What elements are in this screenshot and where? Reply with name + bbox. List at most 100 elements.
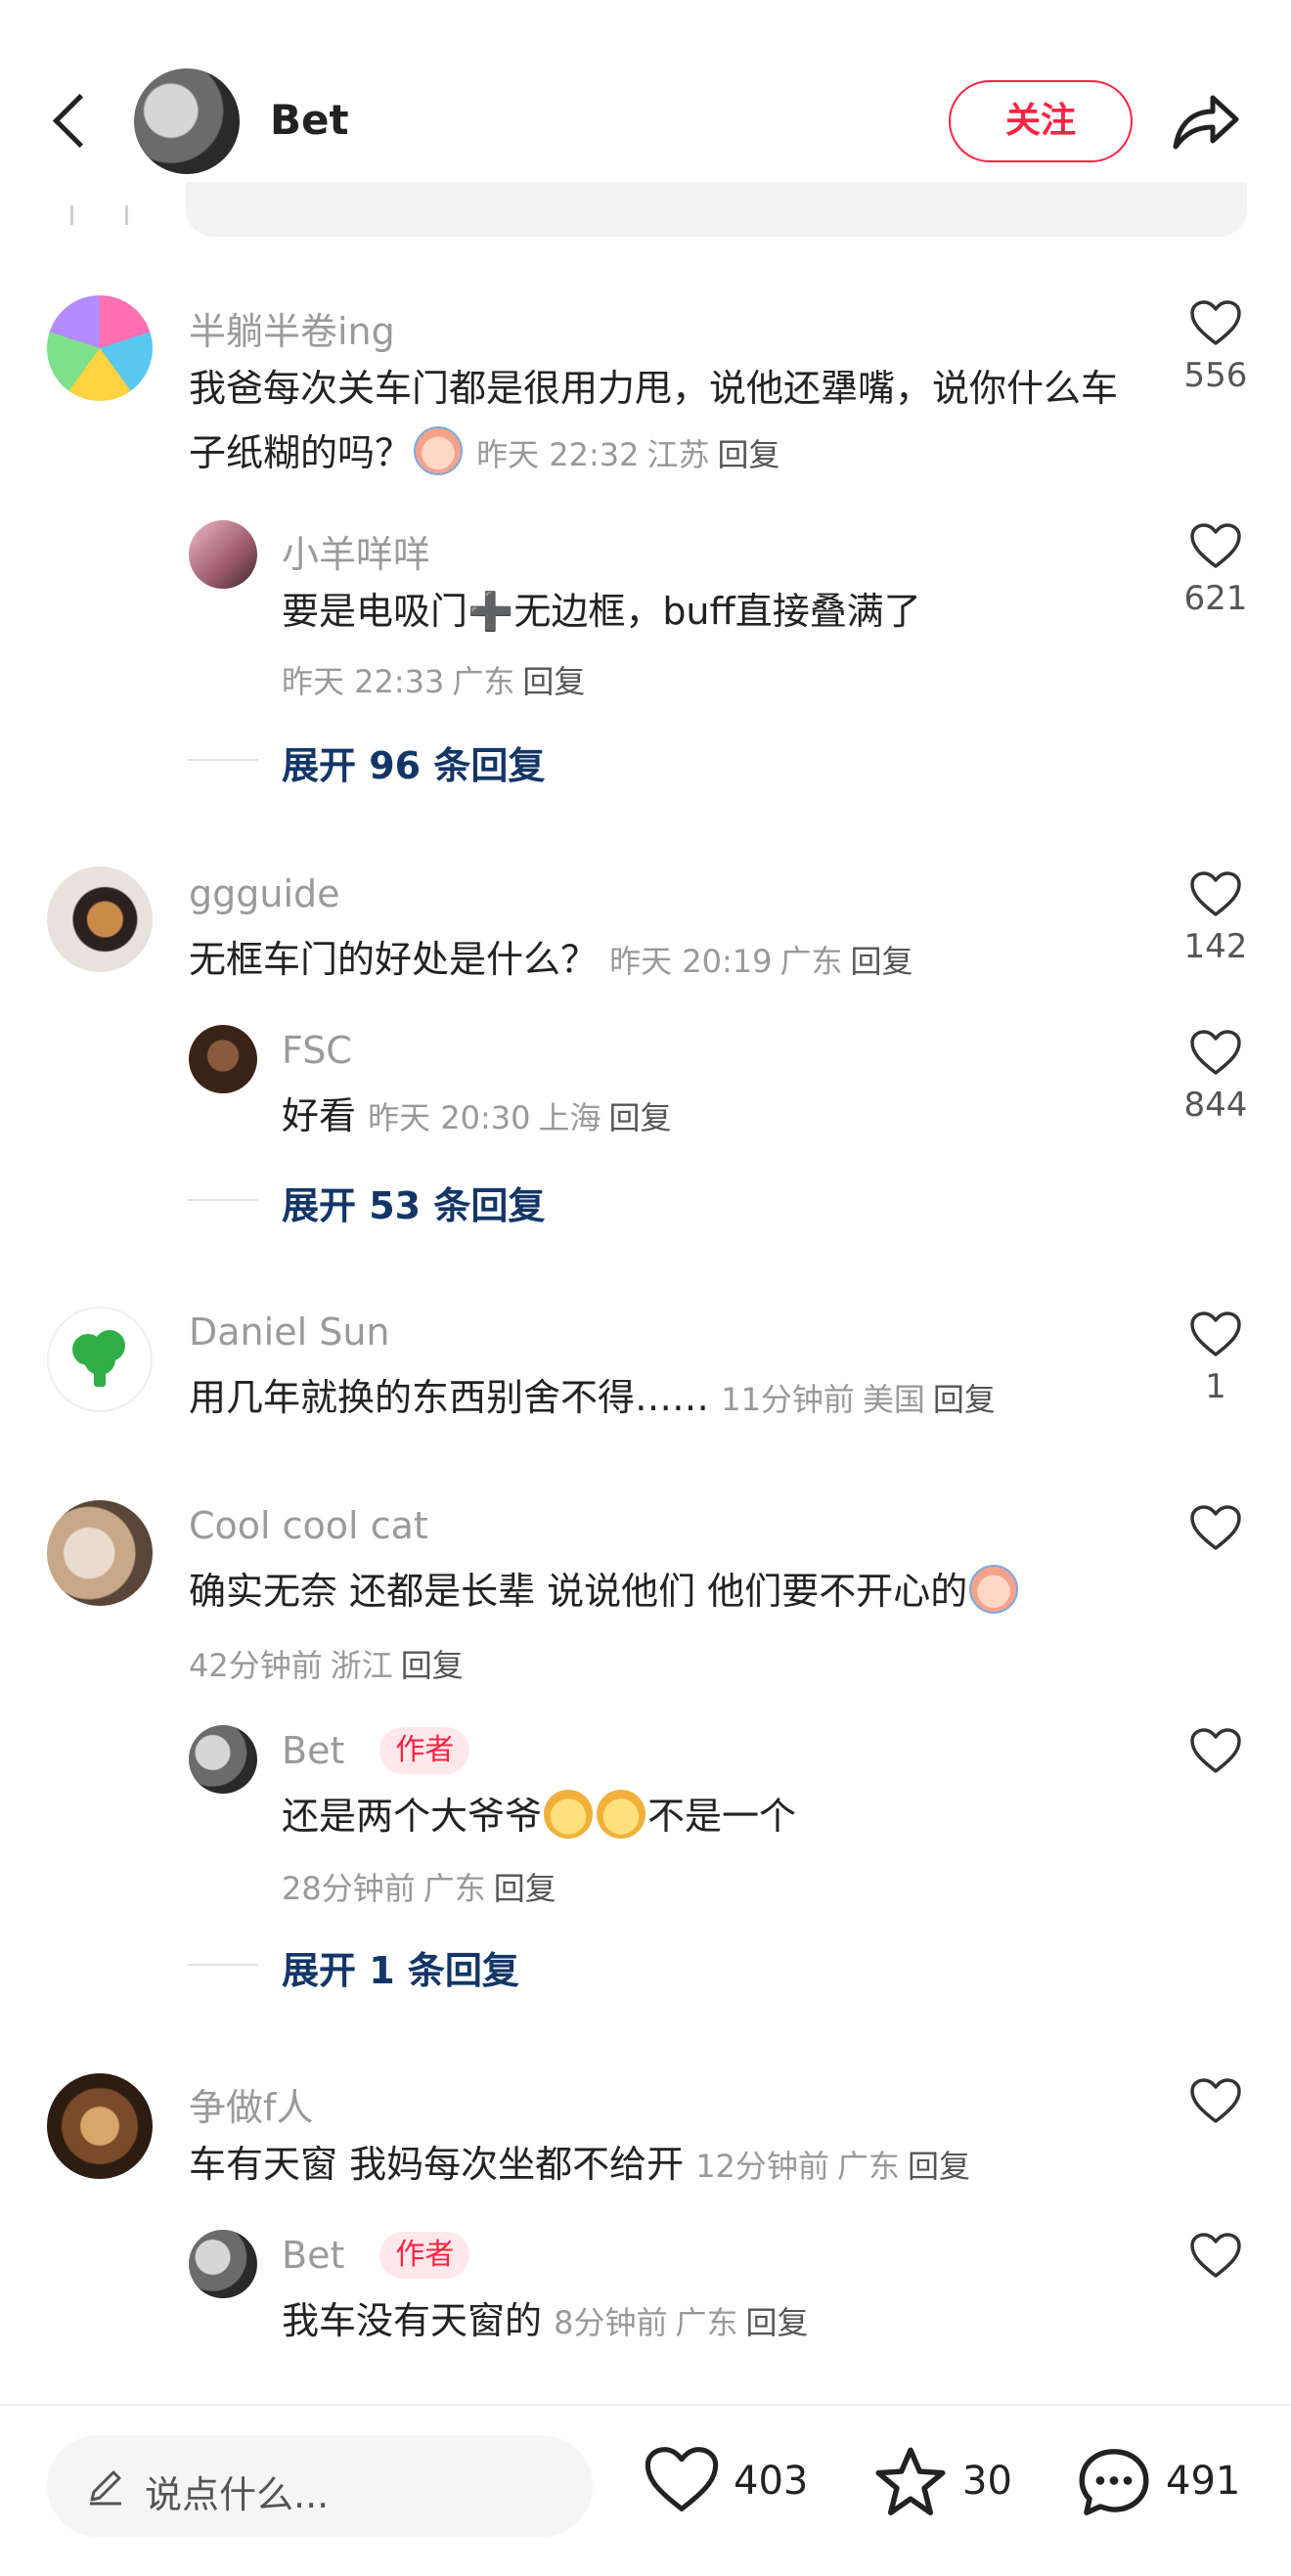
reply-text[interactable]: 我车没有天窗的 8分钟前 广东 回复 bbox=[282, 2288, 1142, 2355]
comment-avatar[interactable] bbox=[47, 2073, 153, 2179]
comment-body: 确实无奈 还都是长辈 说说他们 他们要不开心的 bbox=[189, 1570, 968, 1613]
comment-text[interactable]: 用几年就换的东西别舍不得…… 11分钟前 美国 回复 bbox=[189, 1365, 1142, 1432]
expand-replies-link[interactable]: 展开 1 条回复 bbox=[282, 1940, 519, 1994]
reply-button[interactable]: 回复 bbox=[522, 663, 585, 700]
reply-button[interactable]: 回复 bbox=[933, 1381, 996, 1418]
heart-icon bbox=[645, 2447, 719, 2511]
reply-avatar[interactable] bbox=[189, 2230, 257, 2298]
reply-username[interactable]: 小羊咩咩 bbox=[282, 524, 430, 578]
like-count: 1 bbox=[1205, 1367, 1226, 1406]
share-icon[interactable] bbox=[1170, 88, 1240, 153]
comment-button[interactable]: 491 bbox=[1076, 2445, 1252, 2523]
collect-button[interactable]: 30 bbox=[872, 2445, 1019, 2523]
reply-button[interactable]: 回复 bbox=[908, 2148, 970, 2185]
author-badge: 作者 bbox=[379, 2232, 470, 2279]
comment-avatar[interactable] bbox=[47, 1307, 153, 1412]
comment-username[interactable]: Daniel Sun bbox=[189, 1310, 390, 1354]
comment-time: 12分钟前 bbox=[695, 2148, 829, 2185]
comment-username[interactable]: Cool cool cat bbox=[189, 1504, 428, 1547]
comment-text[interactable]: 车有天窗 我妈每次坐都不给开 12分钟前 广东 回复 bbox=[189, 2132, 1142, 2198]
author-avatar[interactable] bbox=[134, 68, 240, 174]
heart-icon bbox=[1190, 1505, 1241, 1550]
like-count: 403 bbox=[734, 2459, 809, 2504]
comment-username[interactable]: 争做f人 bbox=[189, 2077, 313, 2131]
broccoli-icon bbox=[72, 1330, 125, 1387]
crying-emoji-icon bbox=[969, 1565, 1019, 1614]
divider bbox=[188, 1199, 258, 1201]
comment-username[interactable]: 半躺半卷ing bbox=[189, 301, 395, 355]
expand-replies-link[interactable]: 展开 96 条回复 bbox=[282, 735, 545, 789]
like-button[interactable] bbox=[1172, 1727, 1260, 1774]
comment-avatar[interactable] bbox=[47, 1500, 153, 1606]
reply-username-row: Bet 作者 bbox=[282, 2232, 470, 2279]
like-button[interactable]: 142 bbox=[1172, 870, 1260, 966]
like-button[interactable] bbox=[1172, 2232, 1260, 2279]
pencil-icon bbox=[90, 2470, 121, 2506]
reply-username[interactable]: FSC bbox=[282, 1029, 352, 1072]
comment-location: 广东 bbox=[779, 943, 843, 980]
bird-emoji-icon bbox=[597, 1790, 646, 1839]
reply-meta: 8分钟前 广东 回复 bbox=[554, 2304, 808, 2341]
comment-time: 昨天 20:19 bbox=[609, 943, 773, 980]
comment-meta: 11分钟前 美国 回复 bbox=[721, 1381, 996, 1418]
author-name[interactable]: Bet bbox=[270, 96, 349, 144]
reply-username[interactable]: Bet bbox=[282, 2234, 344, 2277]
reply-location: 广东 bbox=[452, 663, 515, 700]
comment-location: 广东 bbox=[836, 2148, 900, 2185]
heart-icon bbox=[1190, 300, 1241, 345]
comment-text[interactable]: 无框车门的好处是什么？ 昨天 20:19 广东 回复 bbox=[189, 927, 1142, 994]
like-button[interactable]: 1 bbox=[1172, 1310, 1260, 1406]
like-button[interactable] bbox=[1172, 2077, 1260, 2124]
back-arrow-icon[interactable] bbox=[39, 86, 98, 156]
reply-location: 广东 bbox=[675, 2304, 738, 2341]
reply-button[interactable]: 回复 bbox=[718, 436, 780, 473]
reply-time: 昨天 20:30 bbox=[368, 1099, 531, 1136]
comment-text[interactable]: 确实无奈 还都是长辈 说说他们 他们要不开心的 bbox=[189, 1559, 1142, 1623]
like-button[interactable]: 844 bbox=[1172, 1029, 1260, 1125]
comment-avatar[interactable] bbox=[47, 866, 153, 972]
reply-button[interactable]: 回复 bbox=[746, 2304, 809, 2341]
reply-text[interactable]: 还是两个大爷爷 不是一个 bbox=[282, 1784, 1142, 1848]
reply-body-start: 还是两个大爷爷 bbox=[282, 1795, 543, 1838]
comment-input-placeholder: 说点什么... bbox=[145, 2473, 330, 2516]
crying-emoji-icon bbox=[414, 426, 464, 475]
reply-avatar[interactable] bbox=[189, 1025, 257, 1093]
comment-input[interactable]: 说点什么... bbox=[47, 2435, 593, 2537]
comment-time: 11分钟前 bbox=[721, 1381, 855, 1418]
previous-comment-edge bbox=[186, 182, 1247, 237]
reply-location: 广东 bbox=[423, 1870, 486, 1907]
like-post-button[interactable]: 403 bbox=[644, 2445, 810, 2523]
comment-avatar[interactable] bbox=[47, 295, 153, 401]
reply-button[interactable]: 回复 bbox=[609, 1099, 672, 1136]
bottom-action-bar: 说点什么... 403 30 491 bbox=[0, 2404, 1291, 2576]
reply-time: 8分钟前 bbox=[554, 2304, 668, 2341]
heart-icon bbox=[1190, 523, 1241, 568]
like-button[interactable]: 556 bbox=[1172, 299, 1260, 395]
divider bbox=[125, 205, 128, 225]
comment-username[interactable]: ggguide bbox=[189, 872, 340, 915]
like-button[interactable]: 621 bbox=[1172, 522, 1260, 618]
reply-text[interactable]: 要是电吸门➕无边框，buff直接叠满了 bbox=[282, 579, 1142, 644]
reply-body: 好看 bbox=[282, 1094, 357, 1137]
like-count: 142 bbox=[1183, 927, 1248, 966]
reply-text[interactable]: 好看 昨天 20:30 上海 回复 bbox=[282, 1084, 1142, 1150]
reply-button[interactable]: 回复 bbox=[494, 1870, 556, 1907]
like-button[interactable] bbox=[1172, 1504, 1260, 1551]
expand-replies-link[interactable]: 展开 53 条回复 bbox=[282, 1176, 545, 1229]
divider bbox=[70, 205, 73, 225]
heart-icon bbox=[1190, 1030, 1241, 1075]
reply-button[interactable]: 回复 bbox=[401, 1647, 464, 1684]
comment-text[interactable]: 我爸每次关车门都是很用力甩，说他还犟嘴，说你什么车子纸糊的吗？ 昨天 22:32… bbox=[189, 356, 1142, 487]
follow-button[interactable]: 关注 bbox=[949, 80, 1133, 162]
reply-avatar[interactable] bbox=[189, 1725, 257, 1794]
divider bbox=[188, 759, 258, 761]
top-bar: Bet 关注 bbox=[0, 0, 1291, 196]
reply-body-end: 不是一个 bbox=[647, 1795, 797, 1838]
reply-button[interactable]: 回复 bbox=[851, 943, 913, 980]
reply-username[interactable]: Bet bbox=[282, 1729, 344, 1772]
reply-username-row: Bet 作者 bbox=[282, 1727, 470, 1774]
comment-meta: 昨天 20:19 广东 回复 bbox=[609, 943, 913, 980]
collect-count: 30 bbox=[962, 2459, 1012, 2504]
reply-time: 28分钟前 bbox=[282, 1870, 416, 1907]
reply-avatar[interactable] bbox=[189, 520, 257, 589]
